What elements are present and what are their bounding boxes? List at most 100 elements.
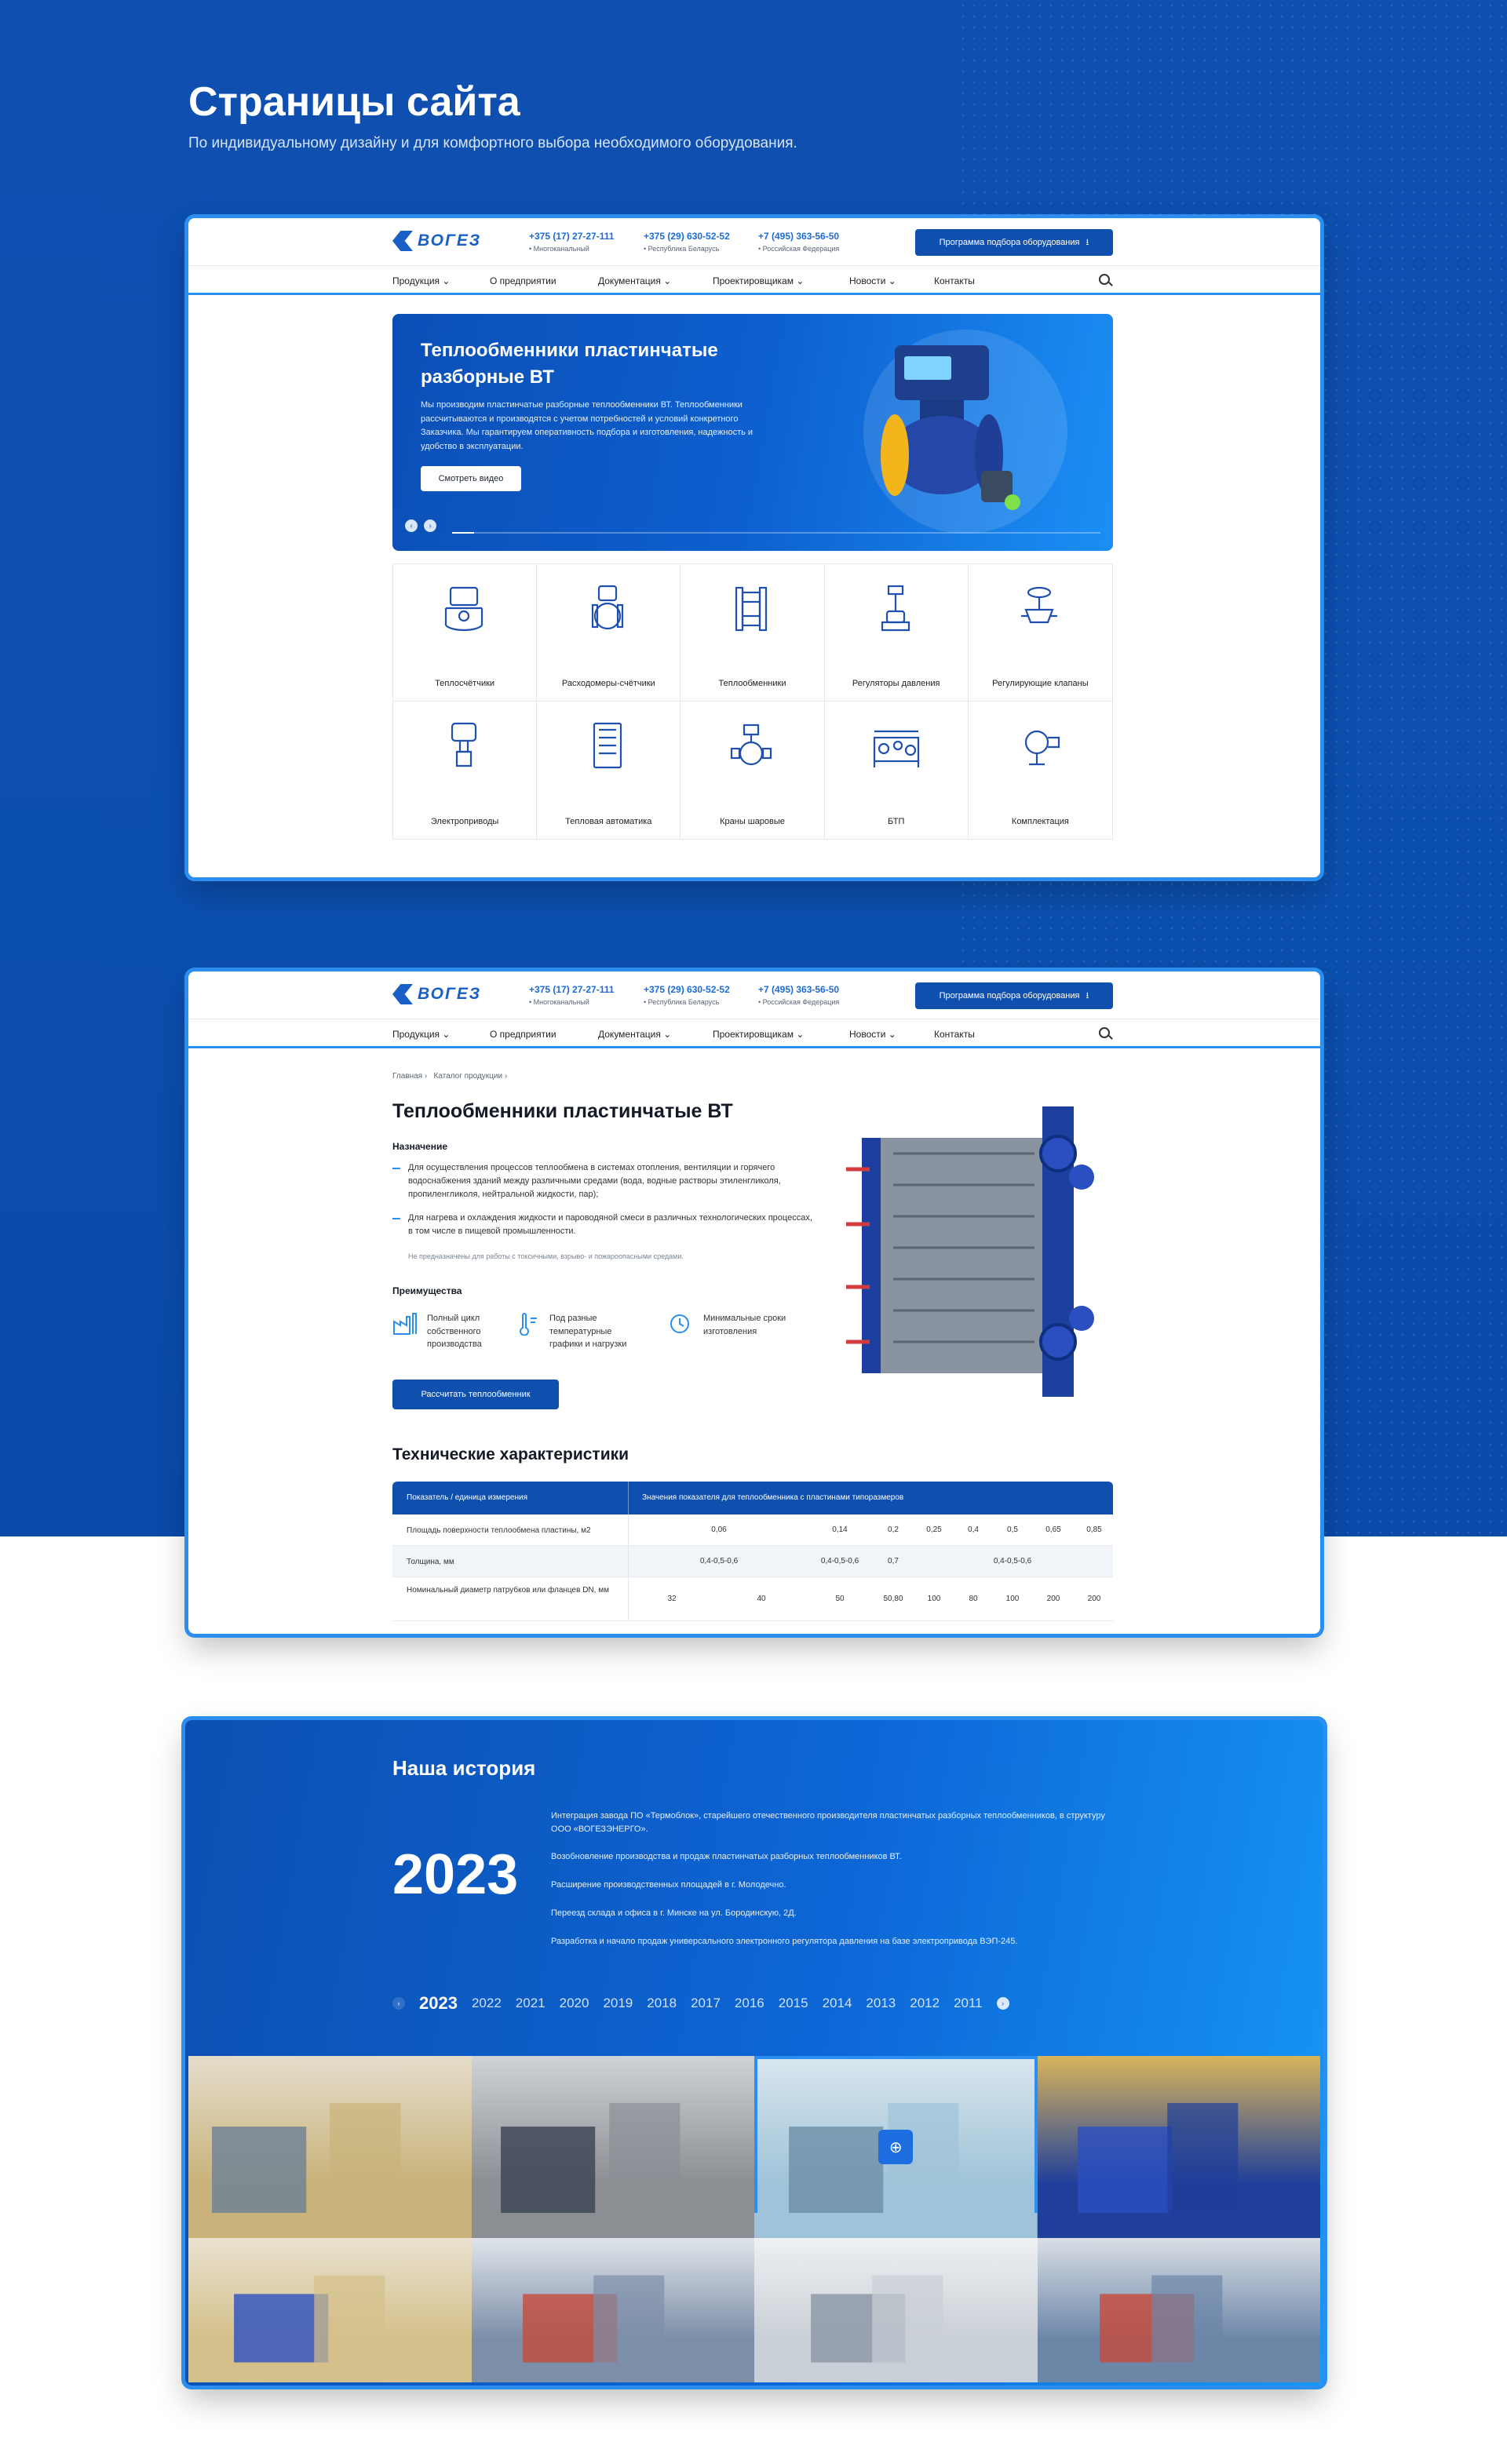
category-card[interactable]: Регуляторы давления xyxy=(824,564,969,702)
logo[interactable]: ВОГЕЗ xyxy=(392,984,481,1004)
gallery-photo[interactable] xyxy=(188,2056,472,2238)
category-card[interactable]: Регулирующие клапаны xyxy=(968,564,1112,702)
timeline-prev-arrow-icon[interactable]: ‹ xyxy=(392,1997,405,2010)
program-button-label: Программа подбора оборудования xyxy=(939,238,1080,247)
ball-valve-icon xyxy=(731,724,772,766)
divider xyxy=(628,1514,629,1545)
phone-1[interactable]: +375 (17) 27-27-111 • Многоканальный xyxy=(529,984,614,1006)
nav-item-about[interactable]: О предприятии xyxy=(490,1029,556,1040)
timeline-year[interactable]: 2015 xyxy=(779,1996,808,2011)
clock-gear-icon xyxy=(670,1314,689,1333)
gallery-photo[interactable] xyxy=(471,2238,754,2382)
timeline-year[interactable]: 2019 xyxy=(603,1996,633,2011)
phone-2[interactable]: +375 (29) 630-52-52 • Республика Беларусь xyxy=(644,231,730,253)
category-card[interactable]: БТП xyxy=(825,702,969,839)
phone-1[interactable]: +375 (17) 27-27-111 • Многоканальный xyxy=(529,231,614,253)
breadcrumb-item[interactable]: Каталог продукции xyxy=(434,1072,503,1081)
photo-image xyxy=(188,2103,472,2238)
phone-number: +375 (29) 630-52-52 xyxy=(644,231,730,242)
gallery-photo[interactable] xyxy=(471,2056,754,2238)
chevron-down-icon: ⌄ xyxy=(888,275,896,286)
gallery-photo[interactable]: ⊕ xyxy=(754,2056,1038,2238)
category-label: БТП xyxy=(888,817,905,826)
timeline-year[interactable]: 2012 xyxy=(910,1996,940,2011)
category-label: Электроприводы xyxy=(430,817,499,826)
nav-item-news[interactable]: Новости ⌄ xyxy=(849,1029,896,1040)
heat-exchanger-product-image xyxy=(846,1106,1094,1397)
timeline-year[interactable]: 2021 xyxy=(516,1996,546,2011)
calculate-exchanger-button[interactable]: Рассчитать теплообменник xyxy=(392,1380,559,1409)
timeline-year[interactable]: 2011 xyxy=(954,1996,983,2011)
phone-location: • Республика Беларусь xyxy=(644,998,720,1006)
prev-arrow-icon[interactable]: ‹ xyxy=(405,519,418,532)
zoom-icon[interactable]: ⊕ xyxy=(878,2130,914,2164)
site-header: ВОГЕЗ +375 (17) 27-27-111 • Многоканальны… xyxy=(188,218,1320,265)
table-cell: 50 xyxy=(835,1595,845,1603)
table-cell: 0,85 xyxy=(1086,1525,1102,1534)
category-card[interactable]: Расходомеры-счётчики xyxy=(537,564,681,702)
nav-item-about[interactable]: О предприятии xyxy=(490,275,556,286)
nav-item-docs[interactable]: Документация ⌄ xyxy=(598,275,671,286)
category-card[interactable]: Тепловая автоматика xyxy=(537,702,681,839)
gallery-photo[interactable] xyxy=(188,2238,472,2382)
category-card[interactable]: Краны шаровые xyxy=(681,702,825,839)
timeline-year[interactable]: 2018 xyxy=(647,1996,677,2011)
nav-item-docs[interactable]: Документация ⌄ xyxy=(598,1029,671,1040)
history-title: Наша история xyxy=(392,1756,536,1780)
timeline-year[interactable]: 2023 xyxy=(419,1993,458,2014)
phone-2[interactable]: +375 (29) 630-52-52 • Республика Беларусь xyxy=(644,984,730,1006)
nav-item-products[interactable]: Продукция ⌄ xyxy=(392,1029,450,1040)
timeline-year[interactable]: 2017 xyxy=(691,1996,721,2011)
heat-exchanger-icon xyxy=(735,586,768,632)
phone-3[interactable]: +7 (495) 363-56-50 • Российская Федерация xyxy=(758,984,839,1006)
nav-label: Документация xyxy=(598,1029,661,1040)
table-cell: 0,4-0,5-0,6 xyxy=(699,1557,739,1566)
timeline-year[interactable]: 2022 xyxy=(472,1996,502,2011)
category-label: Тепловая автоматика xyxy=(565,817,652,826)
phone-location: • Российская Федерация xyxy=(758,245,840,253)
nav-item-news[interactable]: Новости ⌄ xyxy=(849,275,896,286)
gallery-photo[interactable] xyxy=(1037,2238,1320,2382)
page-subtitle: По индивидуальному дизайну и для комфорт… xyxy=(188,135,797,151)
program-selection-button[interactable]: Программа подбора оборудования ⭳ xyxy=(915,982,1113,1009)
category-card[interactable]: Теплообменники xyxy=(681,564,825,702)
photo-image xyxy=(754,2275,1038,2382)
nav-item-contacts[interactable]: Контакты xyxy=(934,1029,975,1040)
nav-label: Новости xyxy=(849,1029,886,1040)
program-selection-button[interactable]: Программа подбора оборудования ⭳ xyxy=(915,229,1113,256)
timeline-year[interactable]: 2014 xyxy=(823,1996,852,2011)
breadcrumb-item[interactable]: Главная xyxy=(392,1072,422,1081)
timeline-year[interactable]: 2020 xyxy=(560,1996,589,2011)
phone-3[interactable]: +7 (495) 363-56-50 • Российская Федерация xyxy=(758,231,839,253)
logo-mark-icon xyxy=(392,984,413,1004)
category-label: Регуляторы давления xyxy=(852,679,940,688)
gallery-photo[interactable] xyxy=(754,2238,1038,2382)
next-arrow-icon[interactable]: › xyxy=(424,519,436,532)
timeline-year[interactable]: 2016 xyxy=(735,1996,764,2011)
gallery-photo[interactable] xyxy=(1037,2056,1320,2238)
category-card[interactable]: Теплосчётчики xyxy=(393,564,538,702)
logo-text: ВОГЕЗ xyxy=(418,985,482,1003)
timeline-next-arrow-icon[interactable]: › xyxy=(996,1997,1009,2010)
timeline-year[interactable]: 2013 xyxy=(866,1996,896,2011)
watch-video-button[interactable]: Смотреть видео xyxy=(421,466,521,491)
category-card[interactable]: Электроприводы xyxy=(393,702,538,839)
history-event: Переезд склада и офиса в г. Минске на ул… xyxy=(551,1908,797,1918)
chevron-down-icon: ⌄ xyxy=(663,275,672,286)
search-icon[interactable] xyxy=(1099,274,1110,285)
divider xyxy=(628,1482,629,1514)
logo[interactable]: ВОГЕЗ xyxy=(392,231,481,251)
category-label: Комплектация xyxy=(1011,817,1069,826)
control-valve-icon xyxy=(1021,586,1058,624)
nav-item-designers[interactable]: Проектировщикам ⌄ xyxy=(713,275,804,286)
category-card[interactable]: Комплектация xyxy=(969,702,1112,839)
table-cell: 200 xyxy=(1046,1595,1060,1603)
nav-item-designers[interactable]: Проектировщикам ⌄ xyxy=(713,1029,804,1040)
search-icon[interactable] xyxy=(1099,1027,1110,1038)
hero-arrows: ‹ › xyxy=(405,519,436,532)
nav-item-contacts[interactable]: Контакты xyxy=(934,275,975,286)
chevron-down-icon: ⌄ xyxy=(663,1029,672,1040)
table-cell: 100 xyxy=(1005,1595,1020,1603)
nav-item-products[interactable]: Продукция ⌄ xyxy=(392,275,450,286)
table-cell: 0,65 xyxy=(1045,1525,1061,1534)
